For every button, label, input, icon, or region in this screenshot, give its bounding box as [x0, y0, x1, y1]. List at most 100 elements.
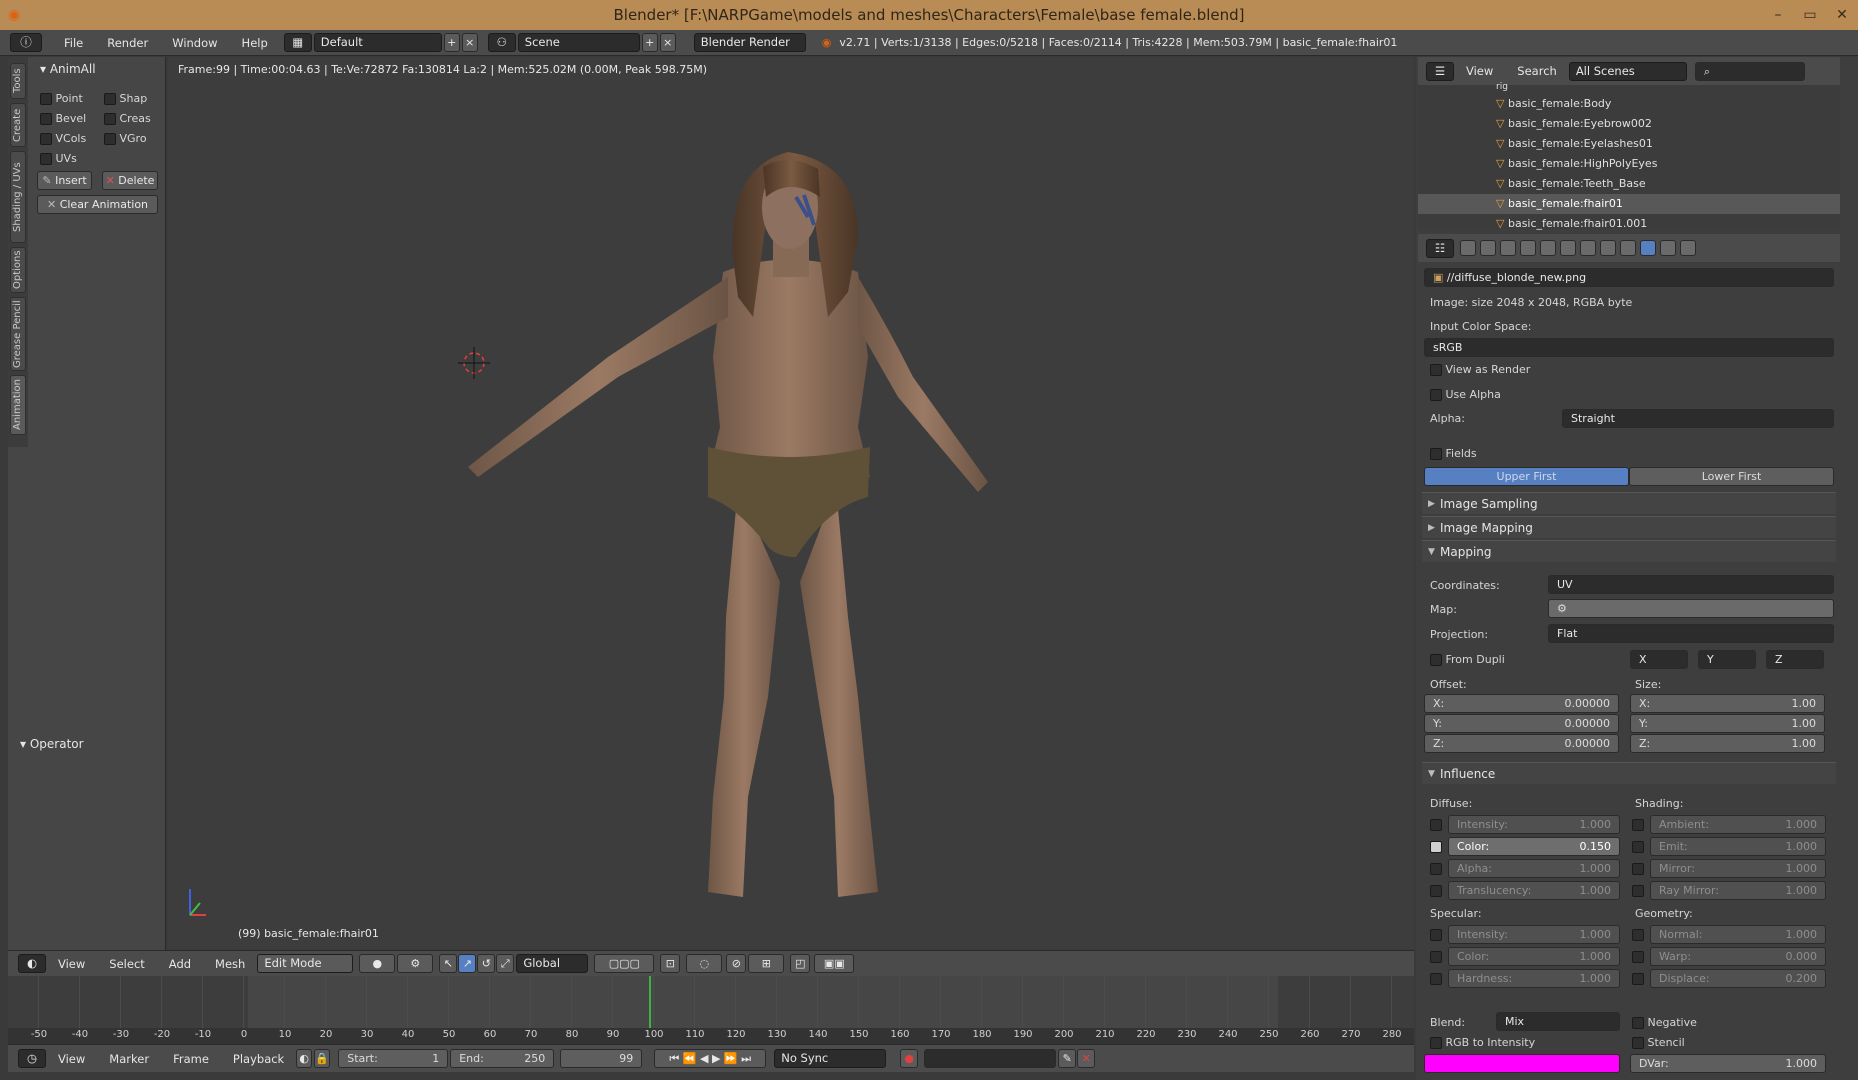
shading-mirror-field[interactable]: Mirror: 1.000	[1650, 859, 1826, 878]
stencil-check[interactable]: Stencil	[1632, 1036, 1685, 1049]
properties-editor-type-icon[interactable]: ☷	[1426, 238, 1454, 258]
outliner-row-selected[interactable]: ▽ basic_female:fhair01	[1418, 194, 1840, 214]
operator-panel-header[interactable]: ▾ Operator	[20, 737, 84, 751]
menu-playback[interactable]: Playback	[221, 1052, 296, 1066]
menu-add[interactable]: Add	[157, 957, 203, 971]
particles-tab-icon[interactable]	[1660, 240, 1676, 256]
pivot-icon[interactable]: ⚙	[397, 954, 434, 973]
scene-browse-icon[interactable]: ⚇	[487, 33, 516, 52]
layout-dropdown[interactable]: Default	[313, 33, 442, 52]
tab-animation[interactable]: Animation	[10, 375, 26, 435]
use-alpha-check[interactable]: Use Alpha	[1430, 388, 1501, 401]
diffuse-intensity-field[interactable]: Intensity: 1.000	[1448, 815, 1620, 834]
menu-mesh[interactable]: Mesh	[203, 957, 257, 971]
modifiers-tab-icon[interactable]	[1580, 240, 1596, 256]
texture-tab-icon[interactable]	[1640, 240, 1656, 256]
scene-dropdown[interactable]: Scene	[517, 33, 640, 52]
delete-button[interactable]: ✕ Delete	[102, 171, 158, 190]
insert-button[interactable]: ✎ Insert	[37, 171, 92, 190]
negative-check[interactable]: Negative	[1632, 1016, 1697, 1029]
image-mapping-panel[interactable]: ▶ Image Mapping	[1422, 516, 1836, 538]
shading-emit-field[interactable]: Emit: 1.000	[1650, 837, 1826, 856]
axis-z-dropdown[interactable]: Z	[1766, 650, 1824, 669]
rgb-to-intensity-check[interactable]: RGB to Intensity	[1430, 1036, 1535, 1049]
playhead[interactable]	[648, 976, 651, 1028]
shading-mode-icon[interactable]: ●	[359, 954, 396, 973]
record-icon[interactable]: ●	[900, 1049, 919, 1068]
preview-range-icon[interactable]: ◐	[296, 1049, 313, 1068]
menu-help[interactable]: Help	[230, 36, 280, 50]
menu-render[interactable]: Render	[95, 36, 160, 50]
playback-controls[interactable]: ⏮ ⏪ ◀ ▶ ⏩ ⏭	[654, 1049, 767, 1068]
image-file-field[interactable]: ▣ //diffuse_blonde_new.png	[1424, 268, 1834, 287]
proportional-icon[interactable]: ◌	[686, 954, 723, 973]
outliner-row[interactable]: ▽ basic_female:HighPolyEyes	[1418, 154, 1840, 174]
outliner-row[interactable]: ▽ basic_female:Eyelashes01	[1418, 134, 1840, 154]
texture-color-swatch[interactable]	[1424, 1054, 1620, 1073]
lower-first-button[interactable]: Lower First	[1629, 467, 1834, 486]
size-z-field[interactable]: Z: 1.00	[1630, 734, 1825, 753]
check-crease[interactable]: Creas	[104, 112, 151, 125]
lock-icon[interactable]: 🔒	[314, 1049, 331, 1068]
size-y-field[interactable]: Y: 1.00	[1630, 714, 1825, 733]
manipulator-icon[interactable]: ↖	[439, 954, 458, 973]
dvar-field[interactable]: DVar: 1.000	[1630, 1054, 1826, 1073]
uv-map-field[interactable]: ⚙	[1548, 599, 1834, 618]
menu-select[interactable]: Select	[97, 957, 156, 971]
projection-dropdown[interactable]: Flat	[1548, 624, 1834, 643]
geometry-displace-field[interactable]: Displace: 0.200	[1650, 969, 1826, 988]
menu-file[interactable]: File	[52, 36, 95, 50]
specular-color-field[interactable]: Color: 1.000	[1448, 947, 1620, 966]
rotate-icon[interactable]: ↺	[477, 954, 496, 973]
remove-scene-icon[interactable]: ×	[659, 33, 676, 52]
offset-z-field[interactable]: Z: 0.00000	[1424, 734, 1619, 753]
shading-ray-mirror-field[interactable]: Ray Mirror: 1.000	[1650, 881, 1826, 900]
delete-keyframe-icon[interactable]: ✕	[1077, 1049, 1096, 1068]
tab-create[interactable]: Create	[10, 103, 26, 147]
check-bevel[interactable]: Bevel	[40, 112, 86, 125]
geometry-warp-field[interactable]: Warp: 0.000	[1650, 947, 1826, 966]
axis-x-dropdown[interactable]: X	[1630, 650, 1688, 669]
layers-tab-icon[interactable]	[1480, 240, 1496, 256]
layout-browse-icon[interactable]: ▦	[283, 33, 312, 52]
object-tab-icon[interactable]	[1540, 240, 1556, 256]
editor-type-icon[interactable]: ◐	[18, 954, 46, 973]
tab-shading-uvs[interactable]: Shading / UVs	[10, 151, 26, 243]
axis-y-dropdown[interactable]: Y	[1698, 650, 1756, 669]
translate-icon[interactable]: ↗	[458, 954, 477, 973]
female-character-model[interactable]	[168, 57, 1414, 949]
3d-viewport[interactable]: Frame:99 | Time:00:04.63 | Te:Ve:72872 F…	[168, 57, 1414, 949]
mode-dropdown[interactable]: Edit Mode	[257, 954, 354, 973]
influence-panel[interactable]: ▼ Influence	[1422, 762, 1836, 784]
select-mode-icons[interactable]: ▢▢▢	[594, 954, 655, 973]
outliner-row[interactable]: ▽ basic_female:Eyebrow002	[1418, 114, 1840, 134]
menu-view[interactable]: View	[46, 957, 97, 971]
timeline[interactable]: -50 -40 -30 -20 -10 0 10 20 30 40 50 60 70 80 90 100 110…	[8, 976, 1414, 1044]
check-point[interactable]: Point	[40, 92, 83, 105]
close-button[interactable]: ✕	[1826, 0, 1858, 23]
keying-set-field[interactable]	[924, 1049, 1057, 1068]
size-x-field[interactable]: X: 1.00	[1630, 694, 1825, 713]
clear-animation-button[interactable]: ✕ Clear Animation	[37, 195, 158, 214]
occlude-icon[interactable]: ⊡	[660, 954, 681, 973]
diffuse-color-field[interactable]: Color: 0.150	[1448, 837, 1620, 856]
render-tab-icon[interactable]	[1460, 240, 1476, 256]
add-layout-icon[interactable]: +	[443, 33, 460, 52]
color-space-dropdown[interactable]: sRGB	[1424, 338, 1834, 357]
fields-check[interactable]: Fields	[1430, 447, 1477, 460]
scale-icon[interactable]: ⤢	[496, 954, 515, 973]
specular-hardness-field[interactable]: Hardness: 1.000	[1448, 969, 1620, 988]
check-shape[interactable]: Shap	[104, 92, 147, 105]
tab-options[interactable]: Options	[10, 247, 26, 293]
snap-toggle-icon[interactable]: ⊘	[726, 954, 747, 973]
scene-tab-icon[interactable]	[1500, 240, 1516, 256]
outliner-search-input[interactable]: ⌕	[1694, 61, 1805, 81]
image-sampling-panel[interactable]: ▶ Image Sampling	[1422, 492, 1836, 514]
opengl-render-icon[interactable]: ▣▣	[814, 954, 855, 973]
offset-x-field[interactable]: X: 0.00000	[1424, 694, 1619, 713]
specular-intensity-field[interactable]: Intensity: 1.000	[1448, 925, 1620, 944]
orientation-dropdown[interactable]: Global	[516, 954, 589, 973]
current-frame-field[interactable]: 99	[560, 1049, 643, 1068]
timeline-editor-type-icon[interactable]: ◷	[18, 1049, 46, 1068]
material-tab-icon[interactable]	[1620, 240, 1636, 256]
